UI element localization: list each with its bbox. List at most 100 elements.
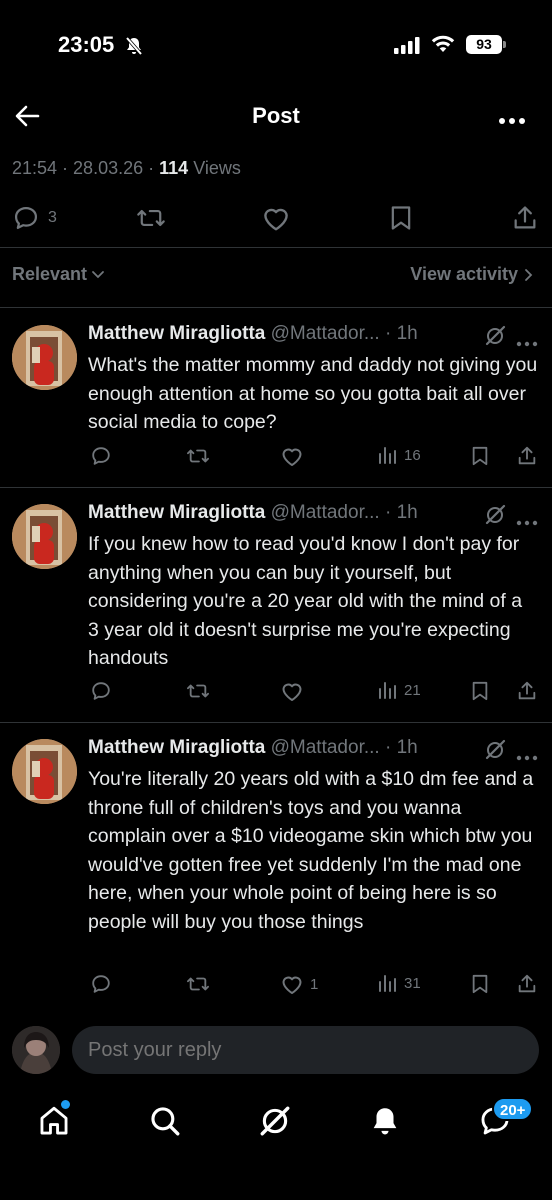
grok-icon[interactable] xyxy=(484,325,506,352)
views-button[interactable]: 31 xyxy=(378,973,421,993)
nav-header: Post xyxy=(0,90,552,140)
reply-button[interactable] xyxy=(90,680,112,702)
reply-button[interactable] xyxy=(90,445,112,467)
bookmark-button[interactable] xyxy=(470,973,490,995)
avatar[interactable] xyxy=(12,504,77,569)
reply-icon xyxy=(92,447,110,465)
share-icon xyxy=(518,974,536,993)
author-handle[interactable]: @Mattador... xyxy=(271,502,380,523)
bookmark-icon xyxy=(391,206,411,230)
like-button[interactable] xyxy=(261,204,291,232)
bookmark-button[interactable] xyxy=(388,204,414,232)
view-activity-label: View activity xyxy=(410,264,518,284)
author-name[interactable]: Matthew Miragliotta xyxy=(88,737,265,758)
divider xyxy=(0,487,552,488)
more-options-icon[interactable] xyxy=(516,513,538,531)
reply-time: 1h xyxy=(396,737,418,758)
repost-button[interactable] xyxy=(136,204,166,232)
tab-search[interactable] xyxy=(148,1104,182,1143)
author-name[interactable]: Matthew Miragliotta xyxy=(88,323,265,344)
home-icon xyxy=(40,1106,68,1135)
divider xyxy=(0,247,552,248)
battery-nub xyxy=(503,41,506,48)
sort-row: Relevant View activity xyxy=(0,262,552,290)
chevron-down-icon xyxy=(92,270,104,278)
reply-text: You're literally 20 years old with a $10… xyxy=(88,768,534,933)
user-avatar[interactable] xyxy=(12,1026,60,1074)
reply-button[interactable] xyxy=(90,973,112,995)
grok-icon[interactable] xyxy=(484,739,506,766)
analytics-icon xyxy=(379,447,396,464)
like-button[interactable] xyxy=(280,445,310,467)
repost-icon xyxy=(187,449,209,463)
post-date: 28.03.26 xyxy=(73,158,144,178)
bookmark-icon xyxy=(472,446,488,466)
share-button[interactable] xyxy=(516,680,538,702)
reply-button[interactable]: 3 xyxy=(12,204,57,232)
reply-text: What's the matter mommy and daddy not gi… xyxy=(88,354,538,433)
reply-header: Matthew Miragliotta @Mattador... · 1h xyxy=(88,737,544,765)
repost-button[interactable] xyxy=(186,445,210,467)
divider xyxy=(0,722,552,723)
reply-header: Matthew Miragliotta @Mattador... · 1h xyxy=(88,502,544,530)
sort-label: Relevant xyxy=(12,264,88,284)
status-time: 23:05 xyxy=(58,32,115,57)
grok-icon[interactable] xyxy=(484,504,506,531)
like-button[interactable] xyxy=(280,680,310,702)
reply-composer xyxy=(0,1012,552,1092)
reply-input[interactable] xyxy=(72,1026,539,1074)
more-options-icon[interactable] xyxy=(516,748,538,766)
sort-dropdown[interactable]: Relevant xyxy=(12,264,105,285)
bell-off-icon xyxy=(124,36,144,61)
repost-button[interactable] xyxy=(186,973,210,995)
share-button[interactable] xyxy=(511,204,539,232)
analytics-icon xyxy=(379,975,396,992)
reply-time: 1h xyxy=(396,323,418,344)
share-button[interactable] xyxy=(516,445,538,467)
chevron-right-icon xyxy=(525,268,533,281)
more-options-icon[interactable] xyxy=(498,112,526,130)
reply-actions: 16 xyxy=(0,445,552,475)
wifi-icon xyxy=(430,34,456,59)
messages-badge: 20+ xyxy=(492,1097,534,1121)
reply-icon xyxy=(92,975,110,993)
tab-notifications[interactable] xyxy=(368,1104,402,1143)
view-count: 21 xyxy=(404,681,421,699)
bookmark-button[interactable] xyxy=(470,445,490,467)
avatar[interactable] xyxy=(12,325,77,390)
reply-icon xyxy=(92,682,110,700)
tab-grok[interactable] xyxy=(258,1104,292,1143)
heart-icon xyxy=(282,683,302,701)
bookmark-icon xyxy=(472,974,488,994)
analytics-icon xyxy=(379,682,396,699)
heart-icon xyxy=(282,448,302,466)
bookmark-button[interactable] xyxy=(470,680,490,702)
post-action-bar: 3 xyxy=(0,200,552,236)
repost-button[interactable] xyxy=(186,680,210,702)
reply-actions: 1 31 xyxy=(0,973,552,1003)
author-handle[interactable]: @Mattador... xyxy=(271,323,380,344)
repost-icon xyxy=(187,684,209,698)
avatar[interactable] xyxy=(12,739,77,804)
cellular-signal-icon xyxy=(394,36,420,59)
dot-separator: · xyxy=(379,502,397,523)
author-name[interactable]: Matthew Miragliotta xyxy=(88,502,265,523)
share-icon xyxy=(518,681,536,700)
views-button[interactable]: 16 xyxy=(378,445,421,465)
tab-home[interactable] xyxy=(37,1104,71,1143)
share-button[interactable] xyxy=(516,973,538,995)
author-handle[interactable]: @Mattador... xyxy=(271,737,380,758)
view-count: 16 xyxy=(404,446,421,464)
repost-icon xyxy=(187,977,209,991)
dot-separator: · xyxy=(379,737,397,758)
share-icon xyxy=(514,206,536,229)
more-options-icon[interactable] xyxy=(516,334,538,352)
view-activity-link[interactable]: View activity xyxy=(410,264,534,285)
views-button[interactable]: 21 xyxy=(378,680,421,700)
search-icon xyxy=(151,1107,180,1136)
bell-icon xyxy=(373,1108,397,1135)
divider xyxy=(0,307,552,308)
like-button[interactable]: 1 xyxy=(280,973,318,995)
post-time: 21:54 xyxy=(12,158,58,178)
view-count: 31 xyxy=(404,974,421,992)
